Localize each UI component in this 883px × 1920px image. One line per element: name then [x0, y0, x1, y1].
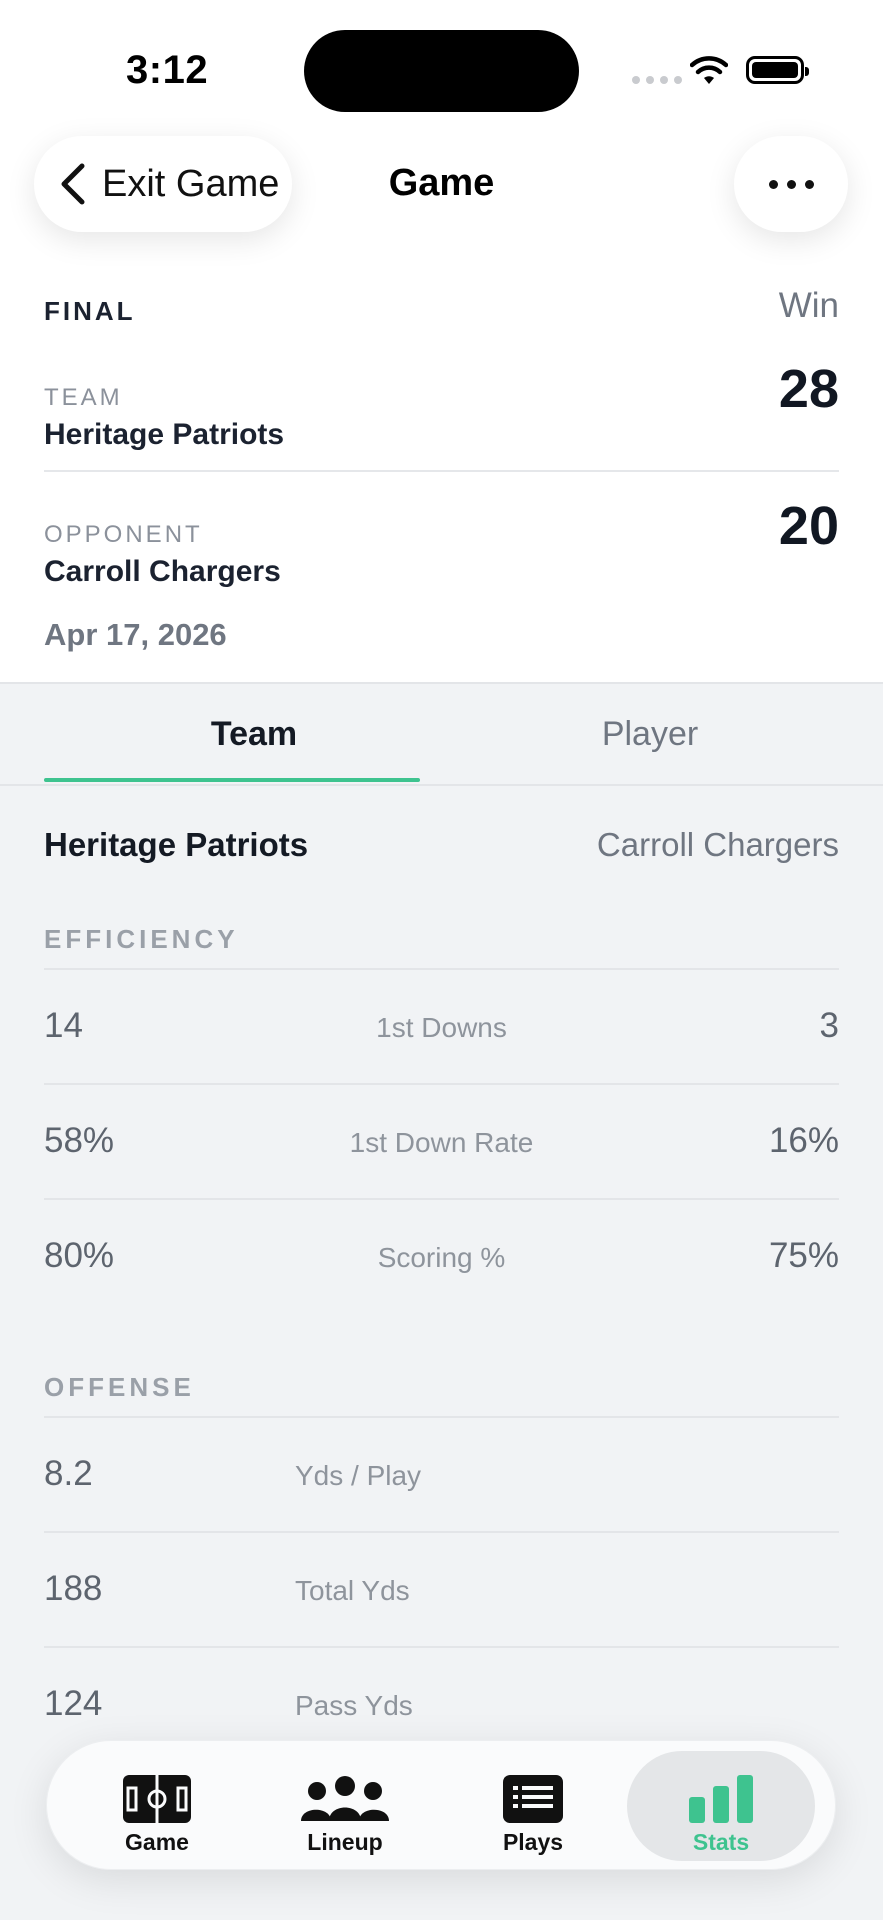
divider	[44, 470, 839, 472]
bar-chart-icon	[689, 1775, 753, 1823]
stat-row: 80% Scoring % 75%	[44, 1198, 839, 1313]
people-icon	[301, 1776, 389, 1821]
tab-stats[interactable]: Stats	[627, 1751, 815, 1861]
stat-label: Pass Yds	[295, 1690, 413, 1721]
stat-label: Scoring %	[377, 1242, 506, 1273]
field-icon	[123, 1775, 191, 1823]
wifi-icon	[690, 56, 728, 84]
status-time: 3:12	[126, 48, 209, 92]
game-result: Win	[778, 286, 839, 325]
opponent-score: 20	[778, 496, 839, 556]
battery-icon	[746, 56, 809, 84]
tab-plays[interactable]: Plays	[439, 1751, 627, 1861]
section-title-offense: OFFENSE	[44, 1372, 195, 1402]
tab-lineup[interactable]: Lineup	[251, 1751, 439, 1861]
away-stat-value: 16%	[768, 1121, 839, 1160]
section-title-efficiency: EFFICIENCY	[44, 924, 239, 954]
dynamic-island	[304, 30, 579, 112]
home-stat-value: 188	[44, 1569, 103, 1608]
stat-label: Yds / Play	[295, 1460, 422, 1491]
stats-panel: Team Player Heritage Patriots Carroll Ch…	[0, 682, 883, 1920]
home-stat-value: 124	[44, 1684, 103, 1723]
tab-game[interactable]: Game	[63, 1751, 251, 1861]
home-team-name: Heritage Patriots	[44, 826, 309, 863]
team-label: TEAM	[44, 384, 123, 411]
tab-stats-label: Stats	[692, 1829, 750, 1855]
stat-label: Total Yds	[295, 1575, 410, 1606]
list-icon	[503, 1775, 563, 1823]
home-stat-value: 8.2	[44, 1454, 93, 1493]
tab-game-label: Game	[125, 1829, 189, 1855]
opponent-name: Carroll Chargers	[44, 555, 281, 588]
tab-lineup-label: Lineup	[307, 1829, 383, 1855]
away-stat-value: 3	[819, 1006, 839, 1045]
divider	[0, 784, 883, 786]
more-options-button[interactable]	[734, 136, 848, 232]
stat-label: 1st Downs	[376, 1012, 507, 1043]
team-name: Heritage Patriots	[44, 418, 285, 451]
tab-player[interactable]: Player	[440, 684, 860, 784]
stat-row: 8.2 Yds / Play	[44, 1416, 839, 1531]
cellular-signal-icon	[632, 76, 682, 84]
game-date: Apr 17, 2026	[44, 617, 227, 652]
stat-row: 58% 1st Down Rate 16%	[44, 1083, 839, 1198]
selected-tab-indicator	[44, 778, 420, 782]
away-stat-value: 75%	[768, 1236, 839, 1275]
stat-label: 1st Down Rate	[349, 1127, 534, 1158]
stat-row: 14 1st Downs 3	[44, 968, 839, 1083]
status-bar: 3:12	[0, 0, 883, 130]
ellipsis-icon	[768, 179, 778, 189]
team-score: 28	[778, 359, 839, 419]
tab-team[interactable]: Team	[44, 684, 464, 784]
tab-plays-label: Plays	[502, 1829, 564, 1855]
away-team-name: Carroll Chargers	[596, 826, 839, 863]
game-status: FINAL	[44, 296, 136, 326]
stat-row: 188 Total Yds	[44, 1531, 839, 1646]
opponent-label: OPPONENT	[44, 521, 203, 548]
bottom-tab-bar: Game Lineup Plays Stats	[46, 1740, 836, 1870]
